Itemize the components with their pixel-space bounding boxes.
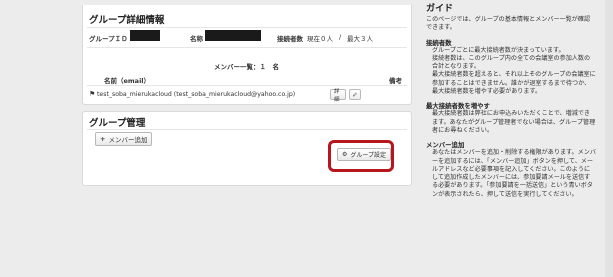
guide-intro: このページでは、グループの基本情報とメンバー一覧が確認できます。 [426, 16, 591, 32]
group-settings-button[interactable]: ⚙ グループ設定 [337, 148, 392, 161]
add-member-button-label: メンバー追加 [108, 136, 148, 144]
group-name-label: 名称 [190, 35, 203, 43]
group-settings-button-label: グループ設定 [350, 152, 387, 159]
guide-section-text: 最大接続者数を超えると、それ以上そのグループの会議室に参加することはできません。… [432, 71, 596, 96]
max-connections-label: 接続者数 [277, 35, 303, 43]
column-name-email: 名前（email） [104, 77, 151, 85]
member-detail-button-label: 詳細 [334, 88, 340, 103]
plus-icon: + [100, 135, 106, 143]
group-management-title: グループ管理 [89, 118, 146, 129]
guide-section-text: 最大接続者数は弊社にお申込みいただくことで、増減できます。あなたがグループ管理者… [432, 110, 596, 134]
add-member-button[interactable]: + メンバー追加 [95, 132, 153, 146]
redacted-group-name [205, 30, 261, 41]
redacted-group-id [130, 30, 160, 41]
divider [87, 129, 407, 130]
page-scrollbar[interactable] [605, 0, 613, 277]
divider [87, 27, 407, 28]
guide-sidebar: ガイド このページでは、グループの基本情報とメンバー一覧が確認できます。 接続者… [426, 4, 596, 277]
member-detail-button[interactable]: 詳細 [330, 88, 346, 103]
guide-section-text: グループごとに最大接続者数が決まっています。 [432, 46, 565, 54]
member-edit-button[interactable] [349, 89, 361, 100]
guide-section-text: あなたはメンバーを追加・削除する権限があります。メンバーを追加するには、「メンバ… [432, 149, 596, 198]
group-details-panel: グループ詳細情報 グループＩＤ 名称 接続者数 現在０人 / 最大３人 メンバー… [82, 5, 412, 105]
divider [87, 47, 407, 48]
member-name-email: test_soba_mierukacloud (test_soba_mieruk… [97, 91, 296, 98]
guide-section-heading: 接続者数 [426, 38, 452, 47]
group-management-panel: グループ管理 + メンバー追加 ⚙ グループ設定 [82, 111, 412, 186]
group-id-label: グループＩＤ [89, 35, 128, 43]
group-details-title: グループ詳細情報 [89, 15, 165, 26]
current-connections: 現在０人 [307, 35, 333, 43]
left-margin [0, 0, 82, 277]
column-notes: 備考 [389, 77, 402, 85]
gear-icon: ⚙ [342, 151, 348, 158]
guide-title: ガイド [426, 4, 454, 14]
members-heading: メンバー一覧：１ 名 [214, 63, 279, 71]
max-connections-value: 最大３人 [347, 35, 373, 43]
guide-section-text: 接続者数は、このグループ内の全ての会議室の参加人数の合計となります。 [432, 54, 591, 71]
connections-separator: / [339, 33, 342, 41]
main-column: グループ詳細情報 グループＩＤ 名称 接続者数 現在０人 / 最大３人 メンバー… [82, 0, 412, 277]
flag-icon: ⚑ [89, 90, 96, 98]
divider [87, 85, 407, 86]
pencil-icon [353, 92, 357, 97]
